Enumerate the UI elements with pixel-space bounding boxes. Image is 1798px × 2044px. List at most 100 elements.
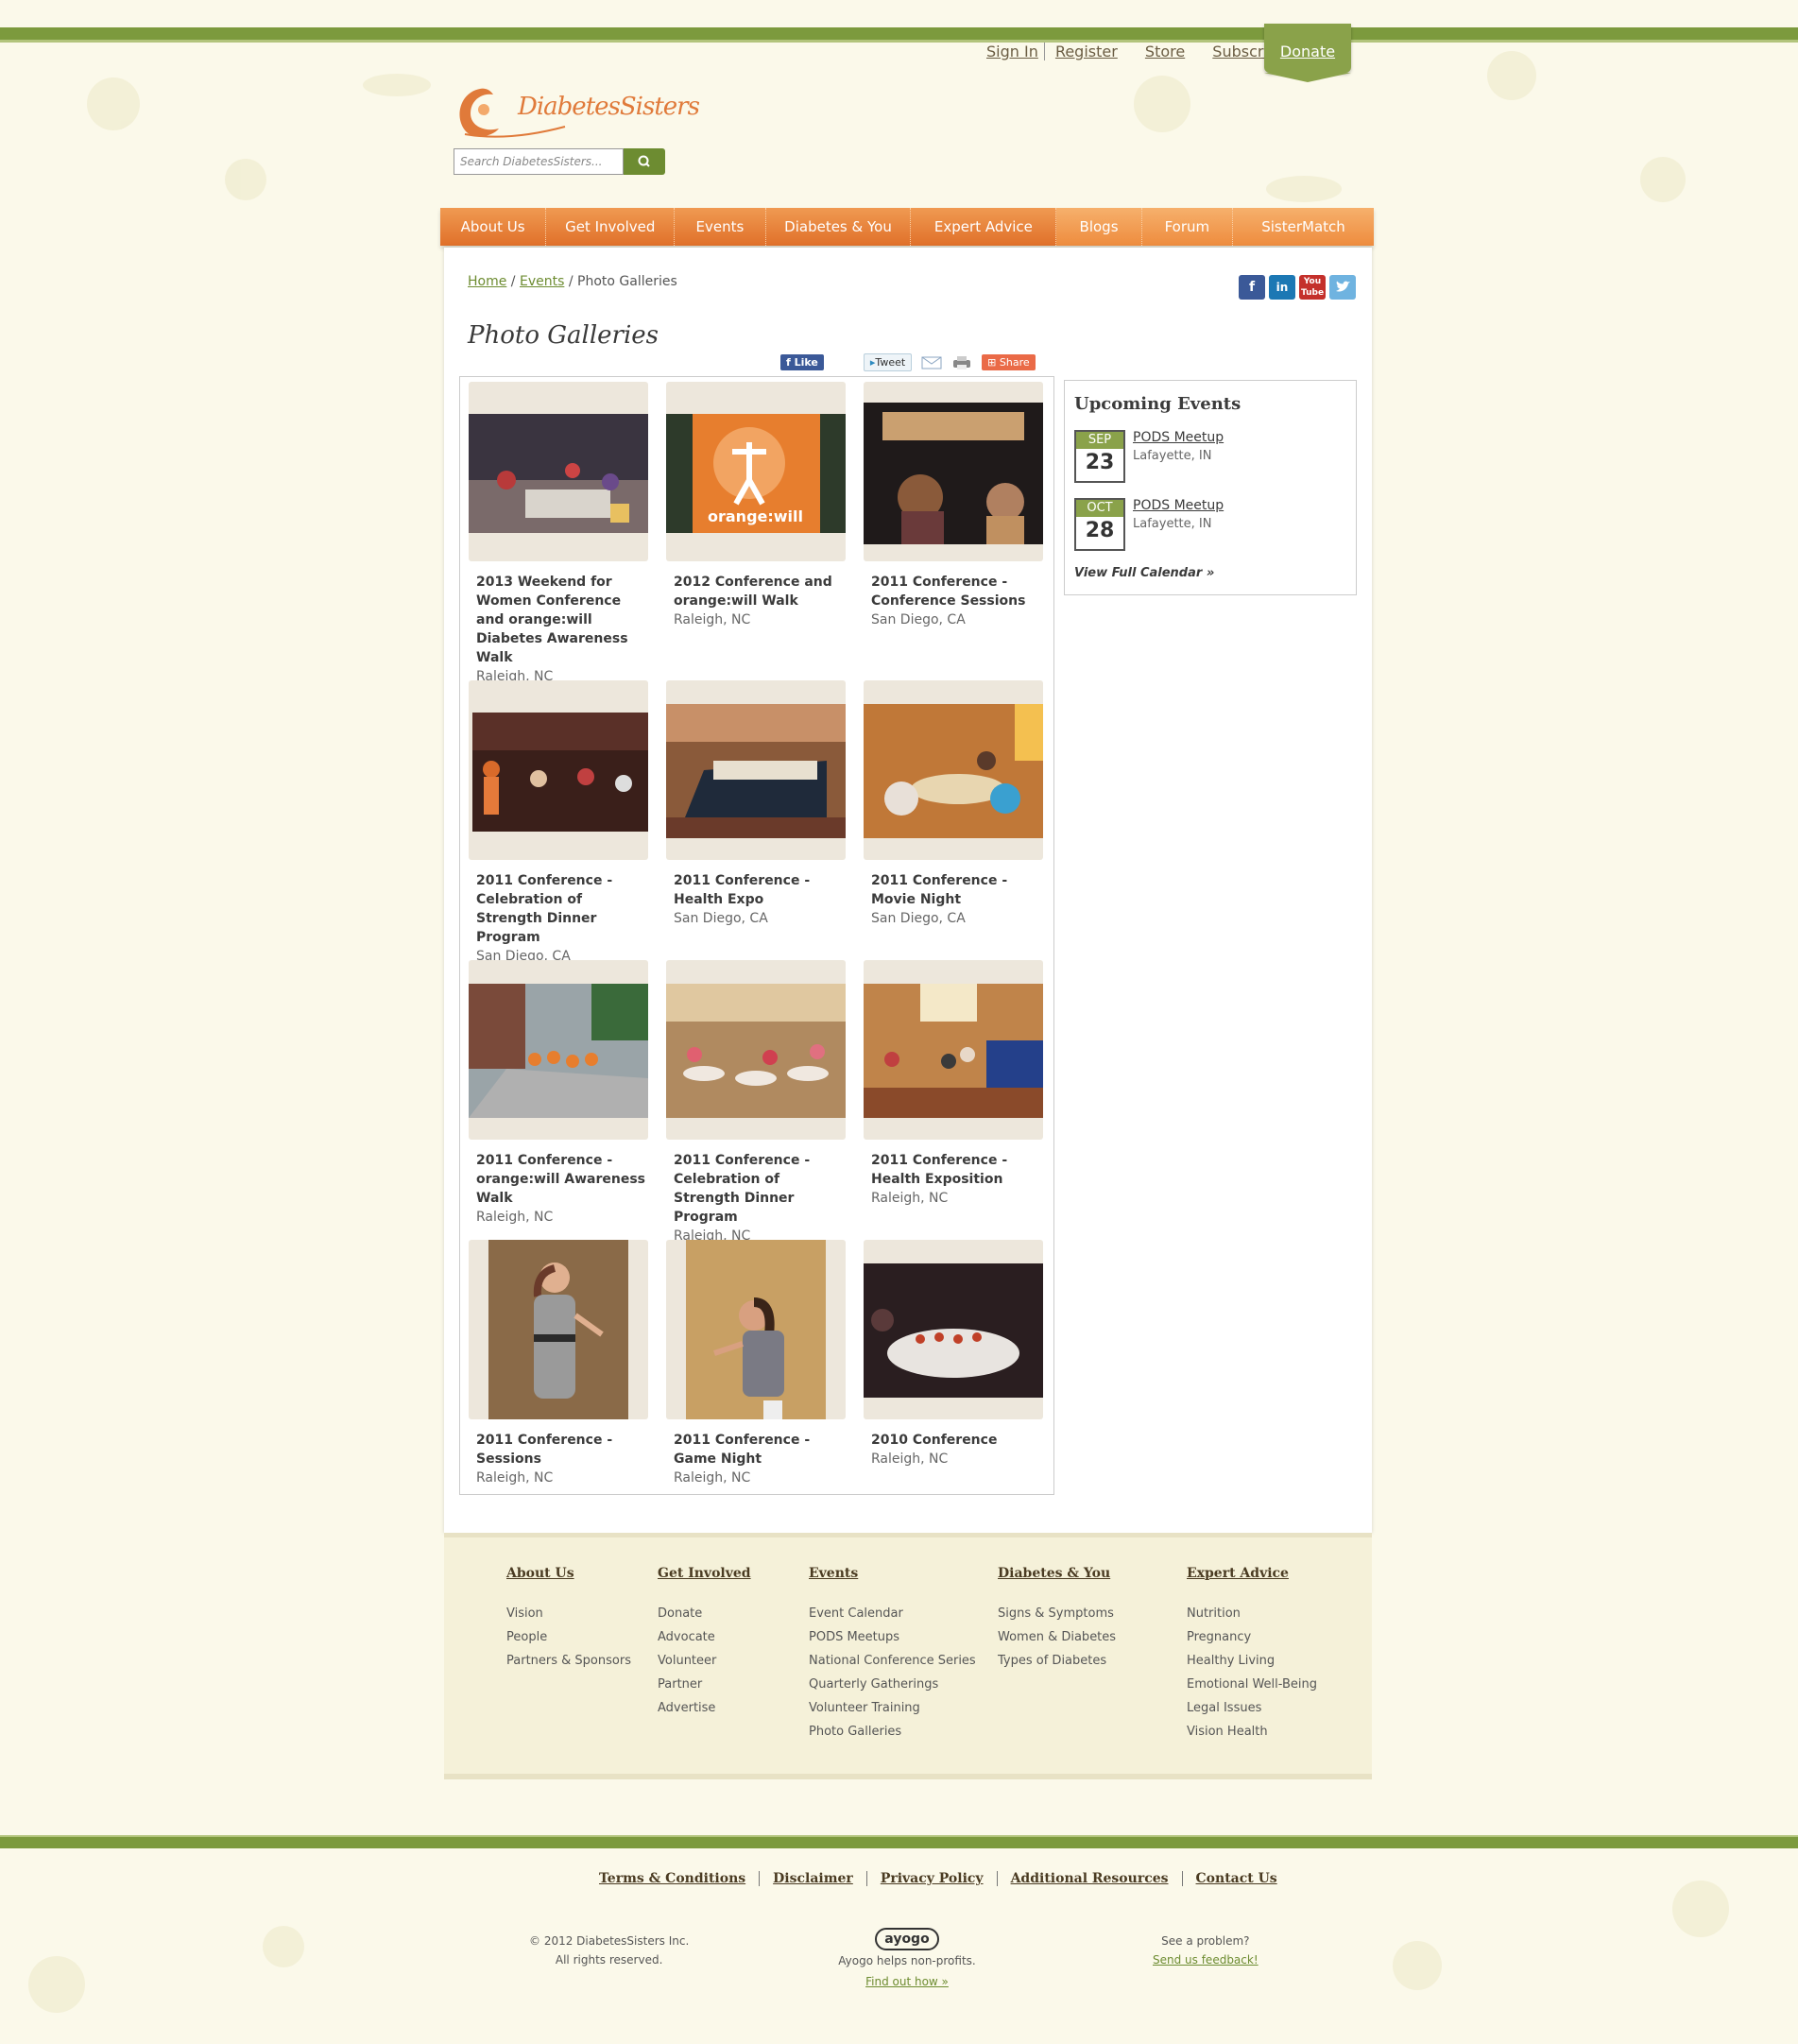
twitter-icon[interactable] xyxy=(1329,275,1356,300)
event-title-link[interactable]: PODS Meetup xyxy=(1133,498,1224,513)
gallery-title[interactable]: 2011 Conference - Celebration of Strengt… xyxy=(666,1151,844,1227)
privacy-policy-link[interactable]: Privacy Policy xyxy=(867,1871,998,1886)
footer-link[interactable]: Emotional Well-Being xyxy=(1187,1673,1317,1696)
send-feedback-link[interactable]: Send us feedback! xyxy=(1153,1950,1259,1969)
gallery-card[interactable]: 2010 Conference Raleigh, NC xyxy=(864,1240,1043,1469)
gallery-title[interactable]: 2010 Conference xyxy=(864,1431,1041,1450)
youtube-icon[interactable]: You Tube xyxy=(1299,275,1326,300)
legal-links: Terms & Conditions Disclaimer Privacy Po… xyxy=(586,1871,1291,1886)
footer-link[interactable]: Legal Issues xyxy=(1187,1696,1317,1720)
copyright-line: All rights reserved. xyxy=(555,1953,663,1967)
gallery-title[interactable]: 2011 Conference - Movie Night xyxy=(864,871,1041,909)
footer-link[interactable]: Event Calendar xyxy=(809,1602,976,1625)
gallery-card[interactable]: 2011 Conference - Movie Night San Diego,… xyxy=(864,680,1043,928)
footer-heading[interactable]: Get Involved xyxy=(658,1566,751,1581)
footer-heading[interactable]: About Us xyxy=(506,1566,631,1581)
terms-link[interactable]: Terms & Conditions xyxy=(586,1871,761,1886)
footer-link[interactable]: Healthy Living xyxy=(1187,1649,1317,1673)
view-full-calendar-link[interactable]: View Full Calendar » xyxy=(1074,566,1214,580)
gallery-card[interactable]: 2011 Conference - Conference Sessions Sa… xyxy=(864,382,1043,629)
gallery-card[interactable]: 2011 Conference - Celebration of Strengt… xyxy=(666,960,846,1245)
gallery-title[interactable]: 2011 Conference - orange:will Awareness … xyxy=(469,1151,646,1208)
footer-link[interactable]: Quarterly Gatherings xyxy=(809,1673,976,1696)
footer-link[interactable]: Photo Galleries xyxy=(809,1720,976,1743)
footer-link[interactable]: PODS Meetups xyxy=(809,1625,976,1649)
footer-link[interactable]: People xyxy=(506,1625,631,1649)
gallery-card[interactable]: 2013 Weekend for Women Conference and or… xyxy=(469,382,648,686)
store-link[interactable]: Store xyxy=(1145,43,1185,60)
gallery-title[interactable]: 2011 Conference - Sessions xyxy=(469,1431,646,1469)
gallery-title[interactable]: 2012 Conference and orange:will Walk xyxy=(666,573,844,610)
footer-link[interactable]: National Conference Series xyxy=(809,1649,976,1673)
find-out-how-link[interactable]: Find out how » xyxy=(831,1971,983,1992)
footer-heading[interactable]: Events xyxy=(809,1566,976,1581)
footer-link[interactable]: Signs & Symptoms xyxy=(998,1602,1116,1625)
gallery-card[interactable]: 2011 Conference - Sessions Raleigh, NC xyxy=(469,1240,648,1487)
footer-link[interactable]: Vision xyxy=(506,1602,631,1625)
breadcrumb: Home / Events / Photo Galleries xyxy=(468,274,677,289)
footer-link[interactable]: Donate xyxy=(658,1602,751,1625)
ayogo-text: Ayogo helps non-profits. xyxy=(838,1954,976,1967)
nav-blogs[interactable]: Blogs xyxy=(1056,208,1142,246)
gallery-title[interactable]: 2011 Conference - Health Exposition xyxy=(864,1151,1041,1189)
register-link[interactable]: Register xyxy=(1055,43,1118,60)
facebook-icon[interactable]: f xyxy=(1239,275,1265,300)
email-icon[interactable] xyxy=(921,355,942,370)
additional-resources-link[interactable]: Additional Resources xyxy=(998,1871,1183,1886)
search-input[interactable]: Search DiabetesSisters... xyxy=(454,148,624,175)
footer-heading[interactable]: Diabetes & You xyxy=(998,1566,1116,1581)
footer-link[interactable]: Women & Diabetes xyxy=(998,1625,1116,1649)
gallery-photo xyxy=(864,984,1043,1118)
footer-heading[interactable]: Expert Advice xyxy=(1187,1566,1317,1581)
gallery-card[interactable]: 2011 Conference - Celebration of Strengt… xyxy=(469,680,648,966)
tweet-button[interactable]: ▸Tweet xyxy=(863,353,913,371)
gallery-title[interactable]: 2011 Conference - Game Night xyxy=(666,1431,844,1469)
search-icon xyxy=(638,155,650,167)
footer-link[interactable]: Volunteer Training xyxy=(809,1696,976,1720)
footer-link[interactable]: Partner xyxy=(658,1673,751,1696)
gallery-title[interactable]: 2011 Conference - Health Expo xyxy=(666,871,844,909)
gallery-card[interactable]: 2011 Conference - Health Expo San Diego,… xyxy=(666,680,846,928)
gallery-card[interactable]: orange:will 2012 Conference and orange:w… xyxy=(666,382,846,629)
nav-diabetes-and-you[interactable]: Diabetes & You xyxy=(766,208,912,246)
donate-button[interactable]: Donate xyxy=(1264,24,1351,82)
nav-about-us[interactable]: About Us xyxy=(440,208,547,246)
gallery-card[interactable]: 2011 Conference - orange:will Awareness … xyxy=(469,960,648,1227)
footer-link[interactable]: Partners & Sponsors xyxy=(506,1649,631,1673)
nav-events[interactable]: Events xyxy=(675,208,766,246)
sign-in-link[interactable]: Sign In xyxy=(986,43,1038,60)
breadcrumb-events[interactable]: Events xyxy=(520,274,564,289)
disclaimer-link[interactable]: Disclaimer xyxy=(760,1871,867,1886)
contact-us-link[interactable]: Contact Us xyxy=(1183,1871,1291,1886)
footer-link[interactable]: Types of Diabetes xyxy=(998,1649,1116,1673)
copyright-line: © 2012 DiabetesSisters Inc. xyxy=(529,1934,690,1948)
gallery-title[interactable]: 2011 Conference - Conference Sessions xyxy=(864,573,1041,610)
footer-link[interactable]: Pregnancy xyxy=(1187,1625,1317,1649)
print-icon[interactable] xyxy=(951,354,972,371)
ayogo-logo[interactable]: ayogo xyxy=(875,1928,939,1950)
gallery-location: San Diego, CA xyxy=(674,911,768,926)
search-button[interactable] xyxy=(624,148,665,175)
nav-expert-advice[interactable]: Expert Advice xyxy=(911,208,1057,246)
gallery-photo xyxy=(864,704,1043,838)
footer-link[interactable]: Advocate xyxy=(658,1625,751,1649)
gallery-title[interactable]: 2013 Weekend for Women Conference and or… xyxy=(469,573,646,667)
breadcrumb-home[interactable]: Home xyxy=(468,274,506,289)
gallery-card[interactable]: 2011 Conference - Game Night Raleigh, NC xyxy=(666,1240,846,1487)
nav-sistermatch[interactable]: SisterMatch xyxy=(1233,208,1374,246)
footer-link[interactable]: Vision Health xyxy=(1187,1720,1317,1743)
svg-text:orange:will: orange:will xyxy=(708,507,803,525)
linkedin-icon[interactable]: in xyxy=(1269,275,1295,300)
logo-text: DiabetesSisters xyxy=(518,93,700,121)
gallery-title[interactable]: 2011 Conference - Celebration of Strengt… xyxy=(469,871,646,947)
gallery-card[interactable]: 2011 Conference - Health Exposition Rale… xyxy=(864,960,1043,1208)
event-title-link[interactable]: PODS Meetup xyxy=(1133,430,1224,445)
facebook-like-button[interactable]: f Like xyxy=(780,354,824,370)
feedback: See a problem? Send us feedback! xyxy=(1153,1932,1259,1969)
footer-link[interactable]: Nutrition xyxy=(1187,1602,1317,1625)
footer-link[interactable]: Advertise xyxy=(658,1696,751,1720)
footer-link[interactable]: Volunteer xyxy=(658,1649,751,1673)
nav-get-involved[interactable]: Get Involved xyxy=(546,208,676,246)
share-button[interactable]: ⊞ Share xyxy=(982,354,1036,370)
nav-forum[interactable]: Forum xyxy=(1141,208,1234,246)
